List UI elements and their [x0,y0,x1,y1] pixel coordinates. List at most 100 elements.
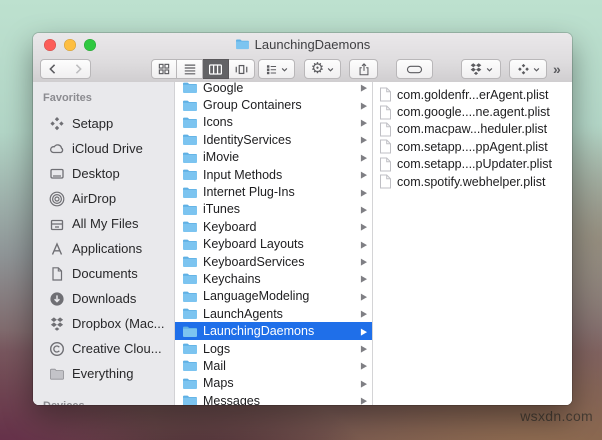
sidebar-item[interactable]: Everything [33,361,174,386]
folder-row[interactable]: iTunes ▶ [175,201,372,218]
sidebar-section-favorites: Favorites [43,92,92,104]
sidebar-item[interactable]: Setapp [33,111,174,136]
folder-icon [182,238,198,251]
disclosure-arrow-icon: ▶ [360,117,367,128]
folder-row[interactable]: LaunchingDaemons ▶ [175,322,372,340]
share-button[interactable] [349,59,378,79]
group-by-button[interactable] [258,59,295,79]
folder-row[interactable]: iMovie ▶ [175,149,372,166]
coverflow-view-button[interactable] [229,59,255,79]
sidebar-item-icon [49,316,65,332]
folder-row[interactable]: Input Methods ▶ [175,166,372,183]
folder-name: LanguageModeling [203,289,310,304]
folder-name: LaunchingDaemons [203,324,315,339]
folder-row[interactable]: Keychains ▶ [175,270,372,287]
folders-list: Google ▶ Group Containers ▶ Icons ▶ Iden… [175,82,372,405]
sidebar-item[interactable]: Desktop [33,161,174,186]
sidebar-item-label: AirDrop [72,191,117,206]
folder-row[interactable]: Maps ▶ [175,375,372,392]
chevron-down-icon [533,66,540,73]
file-row[interactable]: com.spotify.webhelper.plist [373,173,572,190]
sidebar-item[interactable]: Documents [33,261,174,286]
file-row[interactable]: com.goldenfr...erAgent.plist [373,86,572,103]
folder-row[interactable]: Logs ▶ [175,340,372,357]
setapp-menu-button[interactable] [509,59,547,79]
folder-row[interactable]: LaunchAgents ▶ [175,305,372,322]
folder-name: Messages [203,393,260,405]
column-view-icon [208,62,223,77]
folder-row[interactable]: Keyboard ▶ [175,218,372,235]
column-view-button[interactable] [203,59,229,79]
disclosure-arrow-icon: ▶ [360,204,367,215]
folder-row[interactable]: LanguageModeling ▶ [175,288,372,305]
window-header: LaunchingDaemons ⚙ » [33,33,572,83]
file-row[interactable]: com.setapp....pUpdater.plist [373,156,572,173]
folder-name: LaunchAgents [203,306,283,321]
disclosure-arrow-icon: ▶ [360,99,367,111]
sidebar-item-label: Everything [72,366,134,381]
folder-icon [182,377,198,390]
sidebar-list: Setapp iCloud Drive Desktop AirDrop All … [33,111,174,386]
folder-name: iTunes [203,202,241,217]
back-button[interactable] [40,59,66,79]
folder-name: Keychains [203,271,261,286]
sidebar-item[interactable]: Downloads [33,286,174,311]
folder-icon [182,99,198,112]
file-row[interactable]: com.setapp....ppAgent.plist [373,138,572,155]
chevron-down-icon [486,66,493,73]
action-menu-button[interactable]: ⚙ [304,59,341,79]
titlebar[interactable]: LaunchingDaemons [33,33,572,55]
folder-row[interactable]: Group Containers ▶ [175,96,372,113]
dropbox-menu-button[interactable] [461,59,501,79]
disclosure-arrow-icon: ▶ [360,82,367,93]
icon-view-button[interactable] [151,59,177,79]
disclosure-arrow-icon: ▶ [360,273,367,285]
disclosure-arrow-icon: ▶ [360,239,367,250]
file-name: com.goldenfr...erAgent.plist [397,87,549,102]
disclosure-arrow-icon: ▶ [360,256,367,267]
group-by-icon [265,63,278,76]
sidebar-item-label: Dropbox (Mac... [72,316,165,331]
sidebar-item[interactable]: Dropbox (Mac... [33,311,174,336]
disclosure-arrow-icon: ▶ [360,325,367,337]
folder-icon [182,186,198,199]
chevron-right-icon [71,62,85,76]
sidebar: Favorites Setapp iCloud Drive Desktop Ai… [33,82,175,405]
sidebar-item[interactable]: AirDrop [33,186,174,211]
folder-row[interactable]: KeyboardServices ▶ [175,253,372,270]
sidebar-item-icon [49,341,65,357]
folder-row[interactable]: Icons ▶ [175,114,372,131]
sidebar-item-label: Applications [72,241,143,256]
sidebar-item[interactable]: iCloud Drive [33,136,174,161]
folder-icon [182,359,198,372]
sidebar-item[interactable]: Creative Clou... [33,336,174,361]
disclosure-arrow-icon: ▶ [360,221,367,232]
list-view-button[interactable] [177,59,203,79]
folder-row[interactable]: Mail ▶ [175,357,372,374]
folder-row[interactable]: Google ▶ [175,82,372,96]
sidebar-item[interactable]: All My Files [33,211,174,236]
folder-name: Logs [203,341,231,356]
toolbar-overflow-button[interactable]: » [553,59,561,79]
forward-button[interactable] [65,59,91,79]
sidebar-item-label: Downloads [72,291,137,306]
folder-name: Mail [203,358,226,373]
sidebar-item[interactable]: Applications [33,236,174,261]
tags-button[interactable] [396,59,433,79]
folder-row[interactable]: Internet Plug-Ins ▶ [175,183,372,200]
folders-column: Google ▶ Group Containers ▶ Icons ▶ Iden… [175,82,373,405]
folder-icon [182,325,198,338]
folder-icon [182,394,198,405]
window-content: Favorites Setapp iCloud Drive Desktop Ai… [33,82,572,405]
file-row[interactable]: com.macpaw...heduler.plist [373,121,572,138]
sidebar-item-icon [49,216,65,232]
finder-window: LaunchingDaemons ⚙ » Favorites Setapp iC… [33,33,572,405]
folder-icon [182,203,198,216]
tag-icon [406,62,423,77]
folder-row[interactable]: Messages ▶ [175,392,372,405]
folder-row[interactable]: Keyboard Layouts ▶ [175,236,372,253]
file-name: com.setapp....ppAgent.plist [397,139,548,154]
file-row[interactable]: com.google....ne.agent.plist [373,103,572,120]
folder-name: Maps [203,376,234,391]
folder-row[interactable]: IdentityServices ▶ [175,131,372,148]
